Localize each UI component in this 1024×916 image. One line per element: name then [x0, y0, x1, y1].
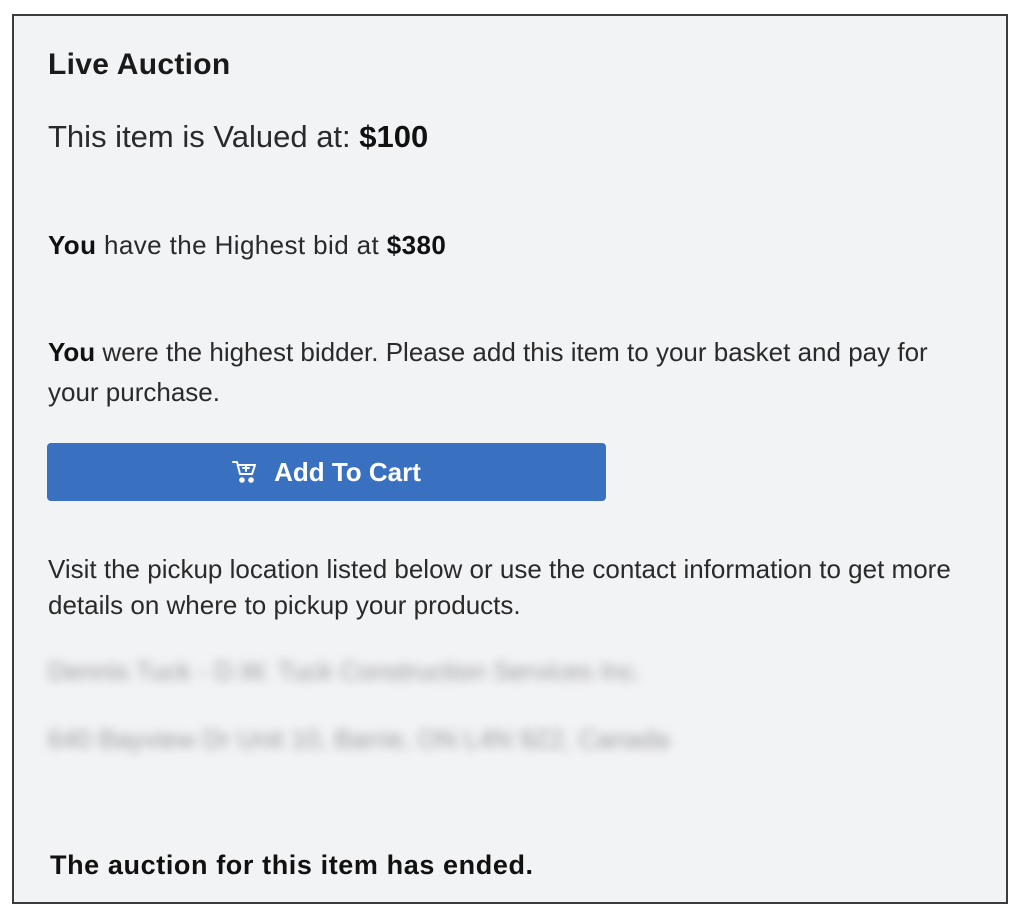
valued-amount: $100: [359, 119, 429, 154]
contact-name: Dennis Tuck - D.W. Tuck Construction Ser…: [48, 656, 642, 686]
cart-icon: [232, 460, 258, 484]
winner-text: were the highest bidder. Please add this…: [48, 337, 928, 407]
valued-at-text: This item is Valued at: $100: [48, 119, 428, 155]
add-to-cart-button[interactable]: Add To Cart: [47, 443, 606, 501]
highest-label: have the Highest bid at: [96, 230, 387, 260]
winner-message: You were the highest bidder. Please add …: [48, 332, 983, 412]
add-to-cart-label: Add To Cart: [274, 456, 421, 487]
auction-ended-text: The auction for this item has ended.: [50, 850, 534, 880]
contact-address: 640 Bayview Dr Unit 10, Barrie, ON L4N 9…: [48, 724, 670, 754]
highest-you: You: [48, 230, 97, 260]
auction-title: Live Auction: [48, 48, 231, 81]
pickup-instructions: Visit the pickup location listed below o…: [48, 554, 951, 620]
highest-bid-text: You have the Highest bid at $380: [48, 230, 446, 261]
winner-you: You: [48, 337, 96, 367]
highest-bid-amount: $380: [386, 230, 447, 260]
valued-prefix: This item is Valued at:: [48, 119, 360, 154]
auction-panel: Live Auction This item is Valued at: $10…: [12, 14, 1008, 904]
